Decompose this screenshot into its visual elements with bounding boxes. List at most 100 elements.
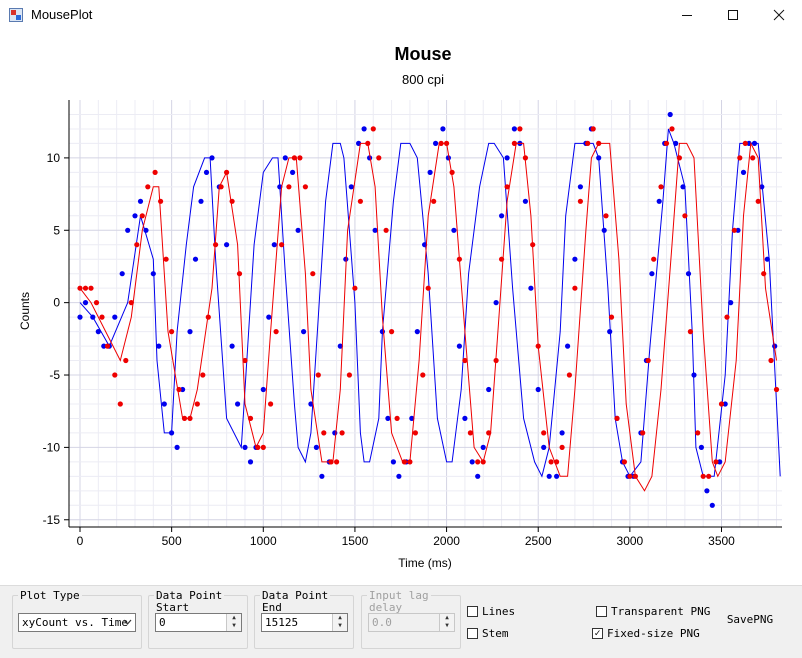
series-1-point [396, 473, 402, 479]
series-2-point [755, 198, 761, 204]
series-1-point [379, 329, 385, 335]
series-2-point [213, 242, 219, 248]
series-1-point [680, 184, 686, 190]
series-2-point [365, 140, 371, 146]
series-2-point [687, 329, 694, 335]
series-2-point [742, 140, 748, 146]
data-start-value: 0 [159, 616, 166, 629]
series-1-point [433, 140, 439, 146]
series-1-point [493, 300, 499, 306]
series-2-point [260, 444, 266, 450]
series-1-point [596, 155, 602, 161]
series-1-point [174, 444, 180, 450]
plot-type-select[interactable]: xyCount vs. Time [18, 613, 136, 632]
series-1-point [187, 329, 193, 335]
series-2-point [676, 155, 683, 161]
series-1-point [125, 227, 131, 233]
app-icon [9, 8, 23, 22]
series-2-point [522, 155, 529, 161]
series-2-point [194, 401, 200, 407]
series-2-point [475, 459, 481, 465]
series-1-point [192, 256, 199, 262]
series-2-point [548, 459, 554, 465]
series-2-point [279, 242, 285, 248]
input-lag-group: Input lag delay 0.0 ▲ ▼ [361, 590, 461, 649]
save-png-button[interactable]: SavePNG [718, 608, 782, 630]
series-2-point [88, 285, 94, 291]
series-2-point [750, 155, 756, 161]
spin-up-icon[interactable]: ▲ [333, 614, 347, 622]
lines-checkbox-box[interactable] [467, 606, 478, 617]
series-1-point [224, 242, 230, 248]
series-2-point [255, 444, 261, 450]
y-tick-label: -15 [43, 513, 61, 527]
stem-checkbox-box[interactable] [467, 628, 478, 639]
series-1-point [143, 227, 149, 233]
series-1-point [169, 430, 175, 436]
series-2-point [438, 140, 444, 146]
series-1-point [685, 271, 692, 277]
series-2-point [603, 213, 609, 219]
series-2-point [370, 126, 376, 132]
series-2-point [236, 271, 243, 277]
series-2-point [205, 314, 211, 320]
series-2-point [658, 184, 664, 190]
series-2-point [112, 372, 118, 378]
series-1-point [372, 227, 378, 233]
data-end-group: Data Point End 15125 ▲ ▼ [254, 590, 354, 649]
series-1-point [704, 488, 710, 494]
input-lag-spinner: ▲ ▼ [439, 614, 454, 631]
series-1-point [440, 126, 446, 132]
series-2-point [640, 430, 646, 436]
series-2-point [334, 459, 340, 465]
minimize-button[interactable] [664, 0, 710, 30]
x-tick-label: 500 [162, 534, 182, 548]
series-1-point [242, 444, 248, 450]
transparent-png-checkbox[interactable]: Transparent PNG [596, 605, 710, 618]
series-2-point [456, 256, 462, 262]
fixed-size-png-label: Fixed-size PNG [607, 627, 700, 640]
x-tick-label: 2000 [433, 534, 460, 548]
data-start-spinner[interactable]: ▲ ▼ [226, 614, 241, 631]
fixed-size-png-checkbox[interactable]: ✓ Fixed-size PNG [592, 627, 700, 640]
series-1-point [667, 111, 673, 118]
transparent-png-checkbox-box[interactable] [596, 606, 607, 617]
series-1-point [348, 184, 354, 190]
spin-down-icon[interactable]: ▼ [227, 622, 241, 630]
series-1-point [601, 227, 607, 233]
series-2-point [302, 184, 308, 190]
series-2-point [176, 386, 182, 393]
series-1-point [82, 300, 89, 306]
maximize-button[interactable] [710, 0, 756, 30]
series-2-point [700, 473, 706, 479]
series-2-point [145, 184, 151, 190]
series-2-point [682, 213, 688, 219]
close-button[interactable] [756, 0, 802, 30]
series [77, 111, 781, 508]
data-start-input[interactable]: 0 ▲ ▼ [155, 613, 242, 632]
series-2-point [554, 459, 560, 465]
data-end-spinner[interactable]: ▲ ▼ [332, 614, 347, 631]
series-2-point [407, 459, 413, 465]
series-1-point [247, 459, 254, 465]
series-2-point [541, 430, 547, 436]
series-1-point [673, 140, 679, 146]
series-1-point [301, 329, 307, 335]
series-2-point [82, 285, 89, 291]
series-2-point [152, 169, 158, 175]
series-1-point [480, 444, 486, 450]
fixed-size-png-checkbox-box[interactable]: ✓ [592, 628, 603, 639]
series-1-point [209, 155, 215, 161]
spin-up-icon[interactable]: ▲ [227, 614, 241, 622]
series-2-point [420, 372, 426, 378]
series-2-point [449, 169, 455, 175]
series-1-point [656, 198, 662, 204]
series-2-point [315, 372, 321, 378]
lines-checkbox[interactable]: Lines [467, 605, 515, 618]
series-1-point [546, 473, 552, 479]
series-1-point [266, 314, 272, 320]
data-end-input[interactable]: 15125 ▲ ▼ [261, 613, 348, 632]
spin-down-icon[interactable]: ▼ [333, 622, 347, 630]
y-axis-label: Counts [18, 292, 32, 330]
stem-checkbox[interactable]: Stem [467, 627, 509, 640]
